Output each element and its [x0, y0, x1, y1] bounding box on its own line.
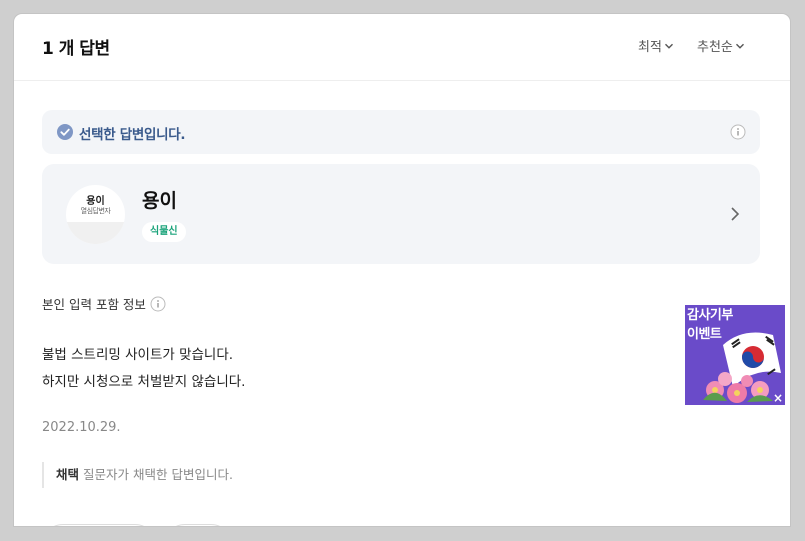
chevron-down-icon: [735, 43, 744, 49]
sort-recommend-dropdown[interactable]: 추천순: [697, 36, 745, 55]
sort-recommend-label: 추천순: [697, 40, 733, 55]
answer-line: 불법 스트리밍 사이트가 맞습니다.: [42, 347, 234, 363]
avatar-background: [66, 222, 125, 244]
chevron-right-icon[interactable]: [730, 206, 740, 222]
self-input-info: 본인 입력 포함 정보: [42, 294, 166, 313]
sort-best-label: 최적: [638, 40, 662, 55]
selected-answer-banner: 선택한 답변입니다.: [42, 110, 760, 154]
adopt-text: 질문자가 채택한 답변입니다.: [83, 467, 233, 482]
answerer-name: 용이: [142, 190, 177, 212]
self-input-label: 본인 입력 포함 정보: [42, 297, 146, 312]
ad-title-line: 감사기부: [687, 308, 733, 323]
answer-count-title: 1 개 답변: [42, 39, 110, 59]
adopt-info: 채택 질문자가 채택한 답변입니다.: [42, 462, 233, 488]
ad-title-line: 이벤트: [687, 327, 722, 342]
answer-line: 하지만 시청으로 처벌받지 않습니다.: [42, 374, 246, 390]
like-button[interactable]: [42, 524, 156, 526]
info-icon[interactable]: [150, 296, 166, 312]
grade-badge: 식물신: [142, 222, 186, 242]
answer-content: 불법 스트리밍 사이트가 맞습니다. 하지만 시청으로 처벌받지 않습니다.: [42, 342, 245, 396]
ad-title: 감사기부 이벤트: [687, 306, 733, 344]
avatar: 용이 열심답변자: [66, 185, 125, 244]
answer-header: 1 개 답변 최적 추천순: [14, 14, 790, 81]
sort-best-dropdown[interactable]: 최적: [638, 36, 674, 55]
selected-answer-text: 선택한 답변입니다.: [79, 127, 186, 143]
avatar-subtitle: 열심답변자: [80, 207, 111, 215]
avatar-name: 용이: [86, 196, 105, 207]
answer-card: 1 개 답변 최적 추천순 선택한 답변입니다. 용이 열심답변자 용이 식물신…: [14, 14, 790, 526]
adopt-label: 채택: [56, 467, 80, 482]
answerer-profile[interactable]: 용이 열심답변자 용이 식물신: [42, 164, 760, 264]
share-button[interactable]: [164, 524, 232, 526]
donation-event-ad[interactable]: 감사기부 이벤트 ×: [685, 305, 785, 405]
close-icon[interactable]: ×: [773, 391, 783, 405]
chevron-down-icon: [664, 43, 673, 49]
check-circle-icon: [57, 124, 73, 140]
info-icon[interactable]: [730, 124, 746, 140]
answer-date: 2022.10.29.: [42, 420, 121, 435]
